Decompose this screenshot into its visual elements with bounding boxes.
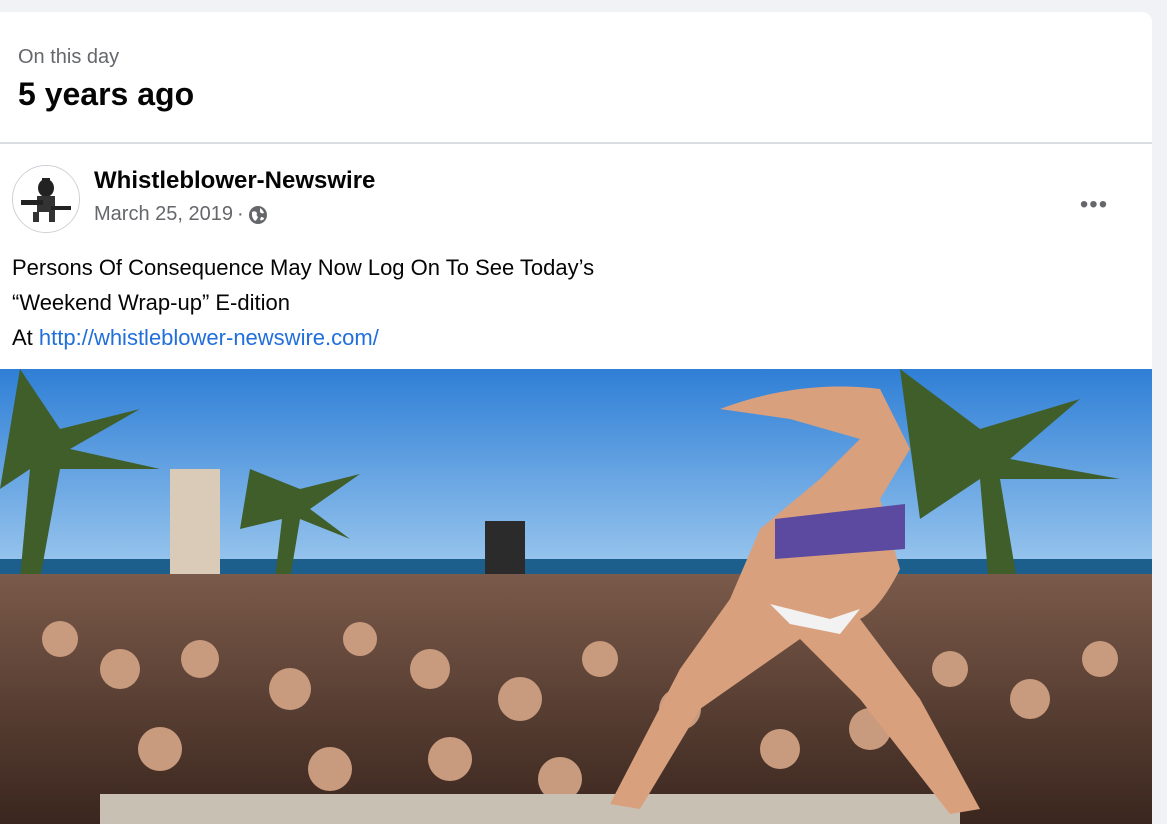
post-meta: March 25, 2019 ·	[94, 203, 268, 226]
more-options-icon[interactable]: •••	[1072, 188, 1116, 222]
beach-party-photo	[0, 369, 1152, 824]
post-text-line: At http://whistleblower-newswire.com/	[12, 320, 1112, 355]
post-text-line: “Weekend Wrap-up” E-dition	[12, 290, 290, 315]
meta-separator: ·	[236, 203, 244, 225]
post-date[interactable]: March 25, 2019	[94, 203, 233, 226]
memory-title: 5 years ago	[18, 76, 195, 112]
post-link[interactable]: http://whistleblower-newswire.com/	[39, 325, 379, 350]
post-text-line: Persons Of Consequence May Now Log On To…	[12, 255, 595, 280]
memory-label: On this day	[18, 46, 120, 68]
post-photo[interactable]	[0, 369, 1152, 824]
post-text: Persons Of Consequence May Now Log On To…	[12, 250, 1112, 355]
avatar-logo-icon	[13, 166, 79, 232]
post-author-name[interactable]: Whistleblower-Newswire	[94, 167, 375, 195]
globe-icon[interactable]	[248, 205, 268, 225]
memory-header: On this day 5 years ago	[0, 12, 1152, 144]
post-text-prefix: At	[12, 325, 39, 350]
memory-card: On this day 5 years ago Whistleblower-Ne…	[0, 12, 1152, 824]
author-avatar[interactable]	[12, 165, 80, 233]
